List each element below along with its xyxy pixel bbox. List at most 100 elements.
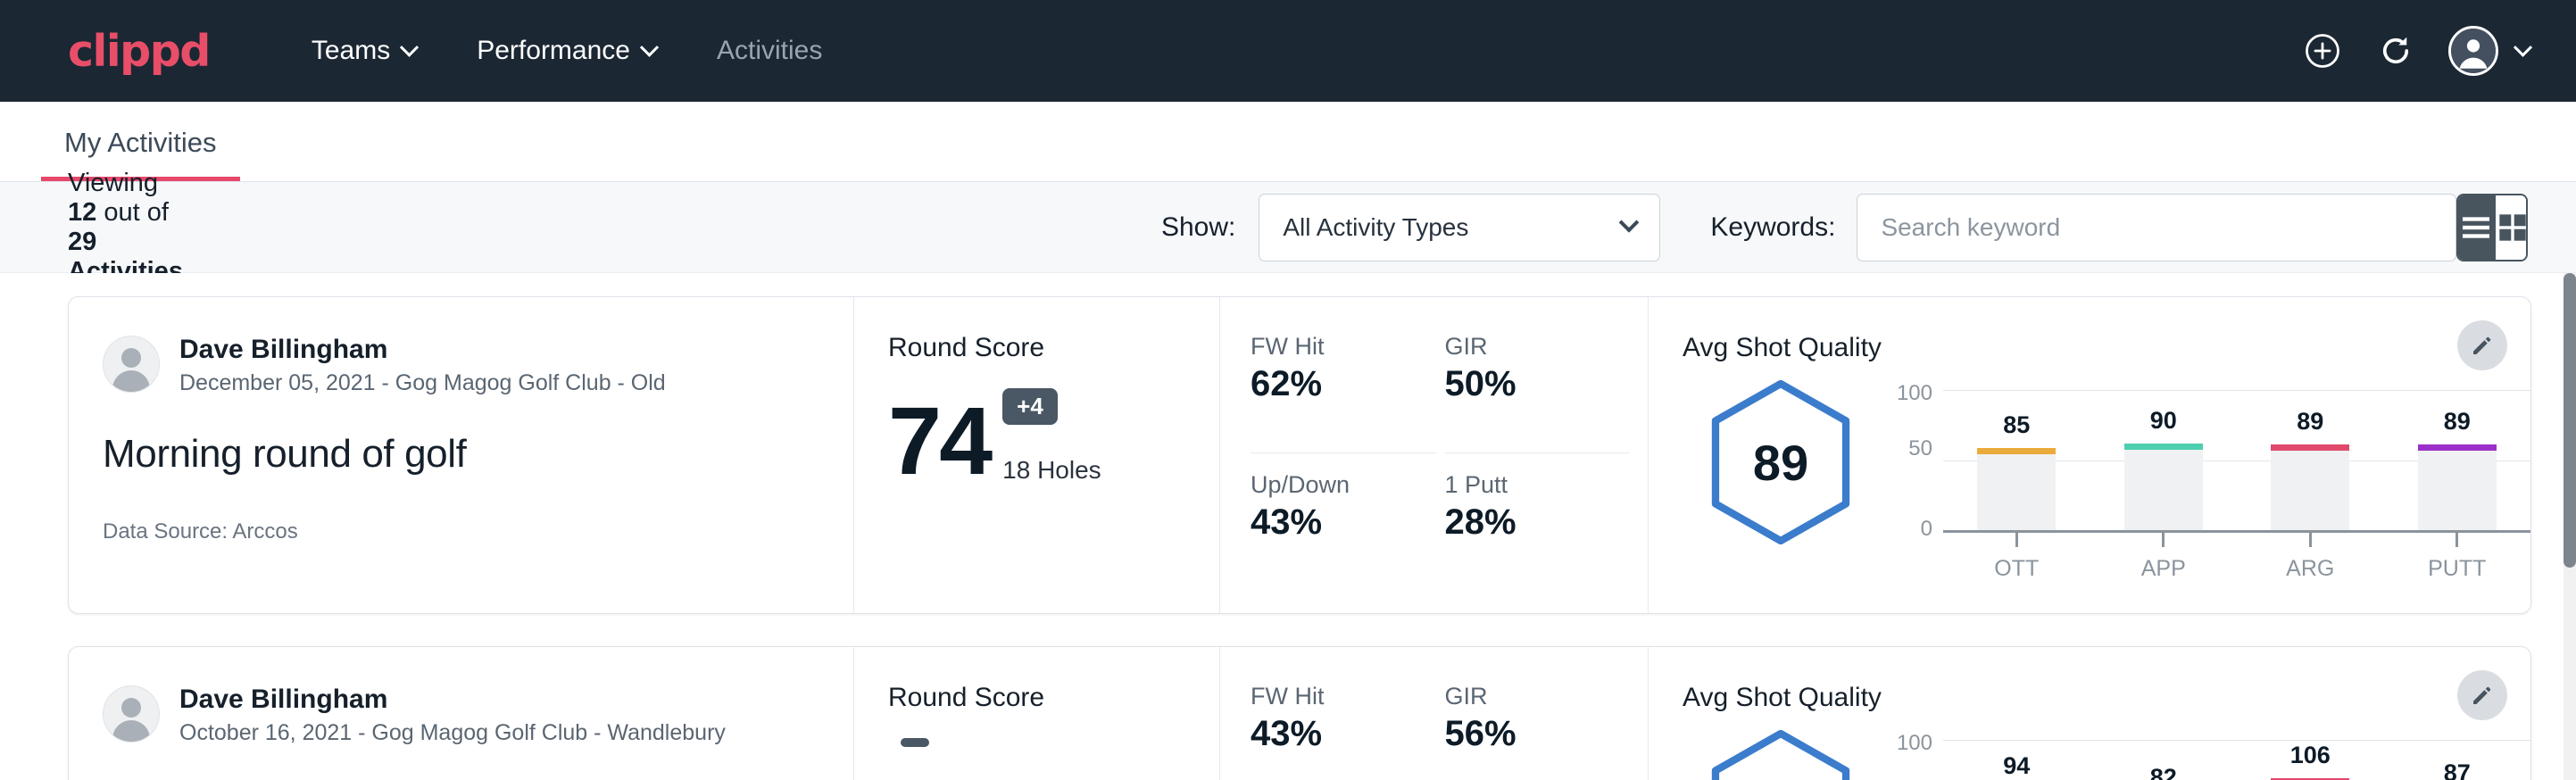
shot-quality-column: Avg Shot Quality 89 100 50	[1649, 297, 2530, 613]
stats-column: FW Hit 43% GIR 56% Up/Down 1 Putt	[1220, 647, 1649, 780]
activity-card[interactable]: Dave Billingham December 05, 2021 - Gog …	[68, 296, 2531, 614]
nav-item-performance[interactable]: Performance	[446, 27, 686, 75]
chart-plot-area: 100 50 0 94 82	[1888, 740, 2530, 780]
shot-quality-chart: 100 50 0 85 90	[1879, 372, 2530, 582]
stat-one-putt: 1 Putt 28%	[1445, 453, 1631, 578]
stat-value: 43%	[1251, 714, 1395, 754]
activity-type-value: All Activity Types	[1283, 213, 1468, 242]
add-button[interactable]	[2302, 30, 2343, 71]
activity-card[interactable]: Dave Billingham October 16, 2021 - Gog M…	[68, 646, 2531, 780]
navbar-actions	[2302, 26, 2530, 76]
stat-label: GIR	[1445, 333, 1590, 361]
stat-label: Up/Down	[1251, 471, 1395, 499]
nav-item-activities[interactable]: Activities	[686, 27, 852, 75]
nav-item-teams-label: Teams	[312, 36, 390, 66]
activity-user-name: Dave Billingham	[179, 683, 726, 717]
avatar-head-icon	[121, 348, 141, 368]
score-to-par-badge: +4	[1002, 388, 1058, 425]
chevron-down-icon	[640, 37, 659, 56]
bar	[2271, 444, 2349, 530]
x-label: APP	[2141, 556, 2186, 582]
search-input[interactable]	[1857, 194, 2456, 261]
pencil-icon	[2469, 332, 2496, 359]
shot-quality-value: 89	[1707, 379, 1855, 545]
stat-value: 62%	[1251, 364, 1395, 404]
x-slot: ARG	[2237, 533, 2384, 582]
viewing-middle: out of	[104, 198, 169, 227]
round-score-side: +4 18 Holes	[1002, 388, 1101, 485]
avatar-head-icon	[121, 698, 141, 718]
refresh-button[interactable]	[2375, 30, 2416, 71]
list-view-button[interactable]	[2458, 195, 2496, 260]
edit-activity-button[interactable]	[2457, 670, 2507, 720]
chevron-down-icon	[2514, 37, 2532, 56]
chart-plot-area: 100 50 0 85 90	[1888, 390, 2530, 533]
avatar	[103, 685, 160, 743]
viewing-count: 12	[68, 198, 96, 227]
bar-slot-putt: 87	[2413, 740, 2502, 780]
stat-gir: GIR 56%	[1445, 683, 1631, 780]
stat-gir: GIR 50%	[1445, 333, 1631, 453]
shot-quality-column: Avg Shot Quality 100 50	[1649, 647, 2530, 780]
account-menu[interactable]	[2448, 26, 2530, 76]
chart-y-axis: 100 50 0	[1888, 390, 1943, 533]
stat-value: 43%	[1251, 502, 1395, 543]
edit-activity-button[interactable]	[2457, 320, 2507, 370]
axis-tick-icon	[2309, 533, 2312, 547]
bar-slot-arg: 89	[2265, 390, 2355, 530]
avg-shot-quality-label: Avg Shot Quality	[1683, 333, 2530, 363]
activities-list: Dave Billingham December 05, 2021 - Gog …	[0, 273, 2576, 780]
avatar	[103, 336, 160, 393]
show-label: Show:	[1161, 212, 1235, 243]
x-slot: APP	[2090, 533, 2238, 582]
bar-value: 90	[2150, 407, 2177, 435]
x-slot: OTT	[1943, 533, 2090, 582]
bar-slot-ott: 94	[1972, 740, 2061, 780]
stat-up-down: Up/Down 43%	[1251, 453, 1436, 578]
stat-value: 56%	[1445, 714, 1590, 754]
grid-view-button[interactable]	[2496, 195, 2528, 260]
stat-fw-hit: FW Hit 43%	[1251, 683, 1436, 780]
activity-type-select[interactable]: All Activity Types	[1259, 194, 1660, 261]
axis-tick-icon	[2162, 533, 2165, 547]
stat-label: FW Hit	[1251, 683, 1395, 710]
y-tick: 50	[1908, 436, 1932, 461]
bar	[2124, 444, 2203, 530]
bar-value: 82	[2150, 764, 2177, 780]
viewing-count-text: Viewing 12 out of 29 Activities	[68, 169, 186, 286]
scrollbar-thumb[interactable]	[2564, 273, 2576, 568]
bar-value: 94	[2003, 752, 2030, 780]
activity-user-name: Dave Billingham	[179, 333, 666, 367]
shot-quality-value	[1707, 729, 1855, 780]
shot-quality-hex-wrap: 89	[1683, 372, 1879, 545]
activity-user-text: Dave Billingham October 16, 2021 - Gog M…	[179, 683, 726, 746]
activity-meta: October 16, 2021 - Gog Magog Golf Club -…	[179, 720, 726, 746]
bar	[2418, 444, 2497, 530]
nav-item-performance-label: Performance	[477, 36, 630, 66]
x-label: OTT	[1994, 556, 2039, 582]
page-tabbar: My Activities	[0, 102, 2576, 182]
shot-quality-hexagon: 89	[1707, 379, 1855, 545]
bar-value: 87	[2444, 759, 2471, 780]
clippd-logo[interactable]: clippd	[68, 29, 210, 73]
main-nav: Teams Performance Activities	[281, 27, 852, 75]
bar-slot-app: 90	[2119, 390, 2208, 530]
page-scrollbar[interactable]	[2564, 273, 2576, 780]
nav-item-teams[interactable]: Teams	[281, 27, 446, 75]
bar-slot-putt: 89	[2413, 390, 2502, 530]
activity-user-text: Dave Billingham December 05, 2021 - Gog …	[179, 333, 666, 396]
avatar	[2448, 26, 2498, 76]
activity-user: Dave Billingham December 05, 2021 - Gog …	[103, 333, 827, 396]
round-score-column: Round Score 74 +4 18 Holes	[854, 297, 1220, 613]
y-tick: 100	[1897, 381, 1932, 406]
round-score-value: 74	[888, 396, 990, 485]
bar-value: 89	[2444, 408, 2471, 436]
bar-slot-ott: 85	[1972, 390, 2061, 530]
stat-value: 28%	[1445, 502, 1590, 543]
round-score-value-row: 74 +4 18 Holes	[888, 388, 1219, 485]
score-to-par-badge	[901, 738, 929, 747]
chart-x-axis: OTT APP ARG	[1888, 533, 2530, 582]
avatar-body-icon	[112, 370, 150, 392]
activity-meta: December 05, 2021 - Gog Magog Golf Club …	[179, 370, 666, 396]
grid-view-icon	[2496, 211, 2528, 245]
